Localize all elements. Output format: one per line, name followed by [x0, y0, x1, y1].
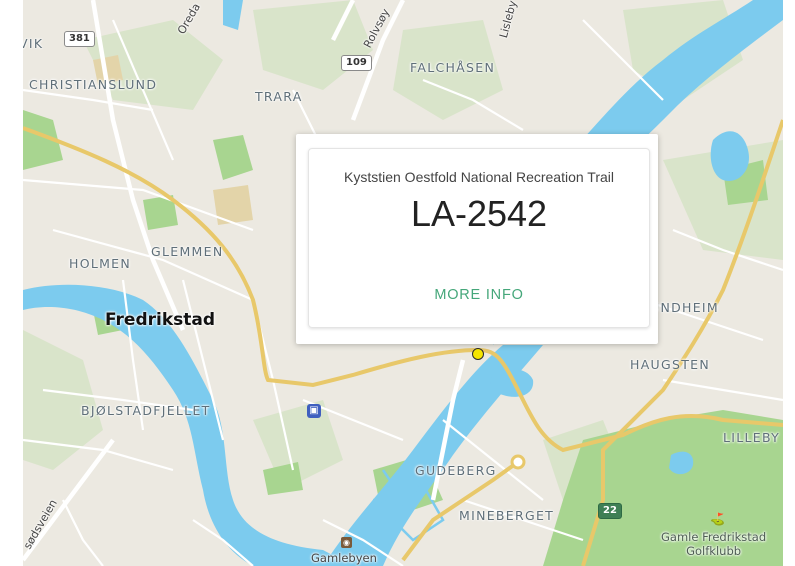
popup-title: LA-2542 [410, 193, 548, 234]
roundabout [510, 454, 526, 470]
place-label-christianslund: CHRISTIANSLUND [29, 77, 158, 92]
place-label-fredrikstad: Fredrikstad [105, 310, 216, 330]
map-popup: Kyststien Oestfold National Recreation T… [296, 134, 658, 344]
road-shield-109: 109 [341, 55, 372, 71]
golf-course-name-line2: Golfklubb [686, 544, 742, 558]
place-label-haugsten: HAUGSTEN [630, 357, 711, 372]
popup-card: Kyststien Oestfold National Recreation T… [308, 148, 650, 328]
place-label-bjolstadfjellet: BJØLSTADFJELLET [81, 403, 211, 418]
place-label-glemmen: GLEMMEN [151, 244, 224, 259]
road-shield-381: 381 [64, 31, 95, 47]
more-info-button[interactable]: MORE INFO [409, 287, 549, 303]
place-label-gudeberg: GUDEBERG [415, 463, 497, 478]
place-label-vik: VIK [23, 36, 44, 51]
train-station-icon[interactable]: ▣ [307, 404, 321, 418]
place-label-trara: TRARA [255, 89, 303, 104]
place-label-lilleby: LILLEBY [723, 430, 781, 445]
place-label-gamlebyen: Gamlebyen [311, 551, 377, 565]
golf-course-name-line1: Gamle Fredrikstad [661, 530, 767, 544]
place-label-undheim: UNDHEIM [650, 300, 719, 315]
place-label-mineberget: MINEBERGET [459, 508, 555, 523]
place-label-holmen: HOLMEN [69, 256, 132, 271]
place-label-falchasen: FALCHÅSEN [410, 60, 496, 75]
golf-course-label: Gamle Fredrikstad Golfklubb [661, 530, 766, 558]
popup-subtitle: Kyststien Oestfold National Recreation T… [343, 169, 614, 185]
golf-icon: ⛳ [710, 512, 725, 526]
road-shield-22: 22 [598, 503, 622, 519]
camera-icon[interactable]: ◉ [341, 537, 352, 548]
trail-marker-icon[interactable] [472, 348, 484, 360]
